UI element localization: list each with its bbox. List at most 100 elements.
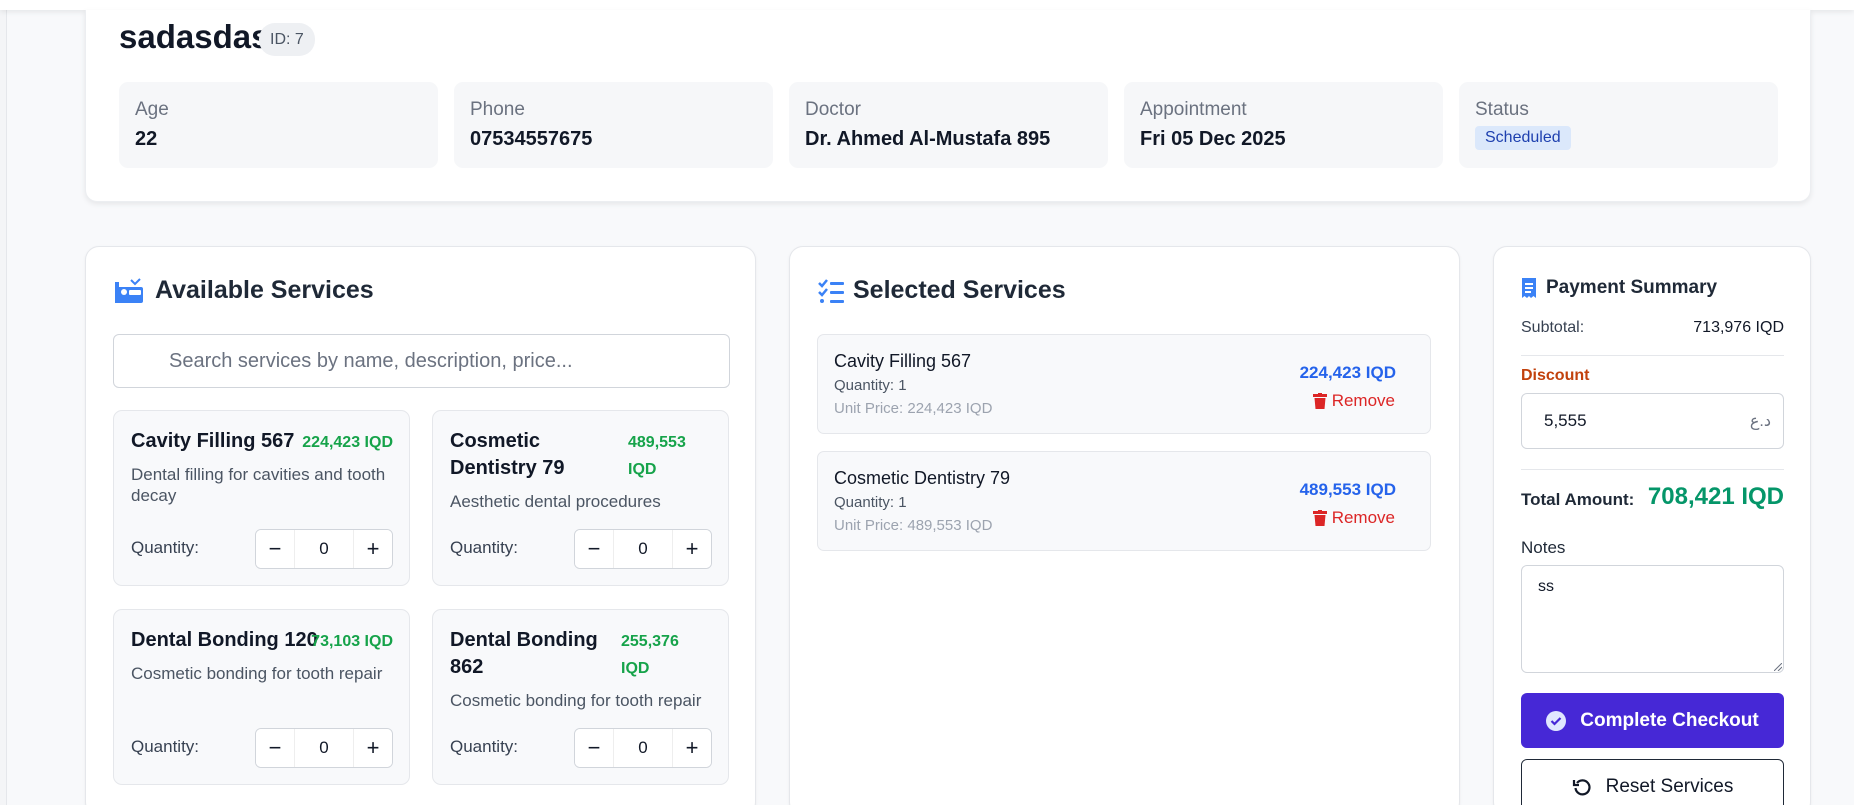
reset-services-button[interactable]: Reset Services [1521,759,1784,805]
service-name: Dental Bonding 120 [131,629,318,651]
doctor-box: Doctor Dr. Ahmed Al-Mustafa 895 [789,82,1108,168]
undo-icon [1572,778,1591,795]
complete-checkout-label: Complete Checkout [1580,709,1759,731]
service-price: 489,553 IQD [628,434,686,478]
service-card: Cavity Filling 567 224,423 IQD Dental fi… [113,410,410,586]
quantity-value[interactable]: 0 [294,729,354,767]
total-amount-label: Total Amount: [1521,490,1635,509]
available-services-title: Available Services [155,276,374,304]
quantity-value[interactable]: 0 [613,729,673,767]
resize-grip-icon[interactable] [1774,663,1782,671]
doctor-value: Dr. Ahmed Al-Mustafa 895 [805,128,1051,150]
service-name: Cavity Filling 567 [131,430,295,452]
selected-services-title: Selected Services [853,276,1066,304]
quantity-label: Quantity: [450,538,519,557]
payment-summary-panel: Payment Summary Subtotal: 713,976 IQD Di… [1493,246,1811,805]
decrement-button[interactable]: − [256,729,294,767]
total-amount-value: 708,421 IQD [1647,483,1784,510]
trash-icon [1312,393,1327,409]
phone-value: 07534557675 [470,128,593,150]
service-search-input[interactable] [113,334,730,388]
notes-label: Notes [1521,538,1566,557]
phone-label: Phone [470,99,525,120]
quantity-label: Quantity: [131,737,200,756]
selected-service-unit-price: Unit Price: 489,553 IQD [834,517,993,534]
services-icon [115,278,143,303]
quantity-label: Quantity: [450,737,519,756]
decrement-button[interactable]: − [575,729,613,767]
decrement-button[interactable]: − [256,530,294,568]
increment-button[interactable]: + [354,530,392,568]
selected-service-price: 489,553 IQD [1299,480,1396,499]
selected-service-quantity: Quantity: 1 [834,377,907,394]
discount-currency: د.ع [1749,413,1771,430]
service-description: Aesthetic dental procedures [450,492,661,511]
remove-button[interactable]: Remove [1312,391,1395,411]
receipt-icon [1522,278,1536,298]
increment-button[interactable]: + [673,530,711,568]
selected-service-price: 224,423 IQD [1299,363,1396,382]
increment-button[interactable]: + [354,729,392,767]
service-description: Dental filling for cavities and tooth de… [131,465,386,505]
selected-service-unit-price: Unit Price: 224,423 IQD [834,400,993,417]
discount-label: Discount [1521,367,1590,384]
quantity-label: Quantity: [131,538,200,557]
status-box: Status Scheduled [1459,82,1778,168]
service-price: 73,103 IQD [311,633,393,650]
appointment-label: Appointment [1140,99,1247,120]
discount-value: 5,555 [1544,411,1587,430]
increment-button[interactable]: + [673,729,711,767]
selected-service-name: Cavity Filling 567 [834,351,972,371]
selected-services-panel: Selected Services Cavity Filling 567 Qua… [789,246,1460,805]
subtotal-row: Subtotal: 713,976 IQD [1521,319,1784,337]
check-circle-icon [1546,710,1567,731]
status-badge: Scheduled [1475,126,1571,150]
service-card: Dental Bonding 862 255,376 IQD Cosmetic … [432,609,729,785]
quantity-stepper: − 0 + [574,529,712,569]
age-box: Age 22 [119,82,438,168]
quantity-value[interactable]: 0 [613,530,673,568]
service-description: Cosmetic bonding for tooth repair [131,664,383,683]
discount-field[interactable]: 5,555 د.ع [1521,393,1784,449]
age-value: 22 [135,128,158,150]
quantity-value[interactable]: 0 [294,530,354,568]
payment-summary-title: Payment Summary [1546,277,1718,298]
remove-label: Remove [1331,391,1395,410]
phone-box: Phone 07534557675 [454,82,773,168]
remove-button[interactable]: Remove [1312,508,1395,528]
age-label: Age [135,99,169,120]
quantity-stepper: − 0 + [255,529,393,569]
divider [1521,355,1784,356]
service-card: Dental Bonding 120 73,103 IQD Cosmetic b… [113,609,410,785]
complete-checkout-button[interactable]: Complete Checkout [1521,693,1784,748]
remove-label: Remove [1331,508,1395,527]
reset-services-label: Reset Services [1605,775,1734,797]
trash-icon [1312,510,1327,526]
service-card: Cosmetic Dentistry 79 489,553 IQD Aesthe… [432,410,729,586]
patient-name: sadasdas [119,18,270,55]
appointment-box: Appointment Fri 05 Dec 2025 [1124,82,1443,168]
decrement-button[interactable]: − [575,530,613,568]
service-name: Cosmetic Dentistry 79 [450,430,565,479]
quantity-stepper: − 0 + [574,728,712,768]
notes-field[interactable]: ss [1521,565,1784,673]
patient-id-badge: ID: 7 [259,23,315,56]
selected-service-item: Cosmetic Dentistry 79 Quantity: 1 Unit P… [817,451,1431,551]
selected-service-name: Cosmetic Dentistry 79 [834,468,1011,488]
service-price: 224,423 IQD [302,434,393,451]
subtotal-label: Subtotal: [1521,319,1585,336]
selected-service-quantity: Quantity: 1 [834,494,907,511]
checklist-icon [818,279,844,303]
subtotal-value: 713,976 IQD [1693,319,1784,336]
appointment-value: Fri 05 Dec 2025 [1140,128,1286,150]
available-services-panel: Available Services Cavity Filling 567 22… [85,246,756,805]
service-name: Dental Bonding 862 [450,629,598,678]
selected-service-item: Cavity Filling 567 Quantity: 1 Unit Pric… [817,334,1431,434]
quantity-stepper: − 0 + [255,728,393,768]
service-price: 255,376 IQD [621,633,679,677]
divider [1521,469,1784,470]
service-description: Cosmetic bonding for tooth repair [450,691,702,710]
top-bar [0,0,1854,10]
patient-info-card: sadasdas ID: 7 Age 22 Phone 07534557675 … [85,10,1811,202]
status-label: Status [1475,99,1529,120]
